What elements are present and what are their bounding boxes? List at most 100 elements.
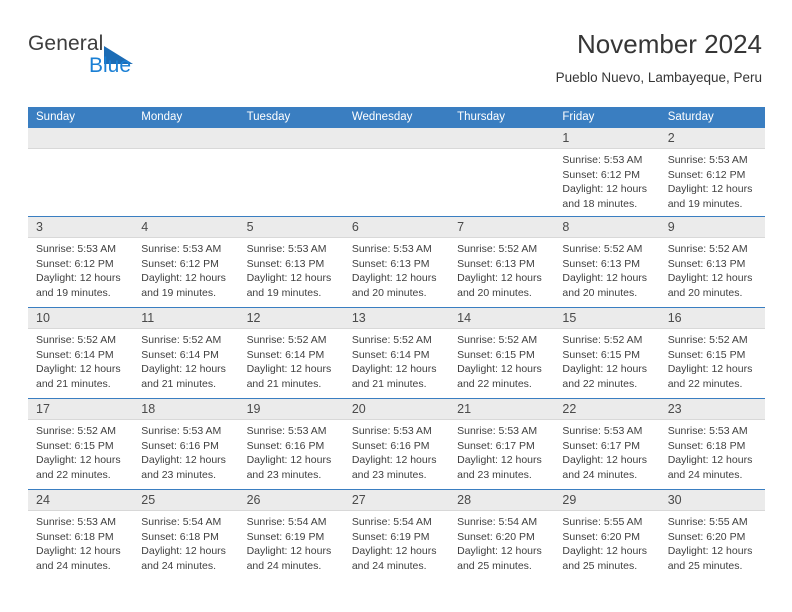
calendar-week-row: 3 Sunrise: 5:53 AM Sunset: 6:12 PM Daylight… — [28, 216, 765, 307]
daylight-duration-line2: and 21 minutes. — [36, 377, 111, 390]
sunrise-time: Sunrise: 5:53 AM — [141, 425, 222, 437]
day-number: 1 — [562, 131, 570, 145]
sunrise-time: Sunrise: 5:54 AM — [457, 516, 538, 528]
calendar-day-cell[interactable]: 1 Sunrise: 5:53 AM Sunset: 6:12 PM Daylight… — [554, 128, 660, 216]
daylight-duration-line2: and 21 minutes. — [351, 377, 427, 390]
calendar-day-cell[interactable]: 10 Sunrise: 5:52 AM Sunset: 6:14 PM Dayligh… — [28, 308, 134, 398]
daylight-duration-line1: Daylight: 12 hours — [36, 272, 121, 285]
day-details: Sunrise: 5:52 AM Sunset: 6:15 PM Daylight:… — [28, 420, 133, 482]
calendar-day-cell[interactable]: 12 Sunrise: 5:52 AM Sunset: 6:14 PM Dayligh… — [238, 308, 344, 398]
sunrise-time: Sunrise: 5:52 AM — [457, 243, 538, 255]
calendar-day-cell[interactable]: 22 Sunrise: 5:53 AM Sunset: 6:17 PM Dayligh… — [554, 399, 660, 489]
day-number: 19 — [246, 402, 261, 416]
calendar-day-cell-empty — [449, 128, 555, 216]
calendar-day-cell[interactable]: 30 Sunrise: 5:55 AM Sunset: 6:20 PM Dayligh… — [659, 490, 765, 580]
daylight-duration-line2: and 23 minutes. — [457, 468, 532, 481]
day-number: 28 — [457, 493, 472, 507]
calendar-day-cell[interactable]: 13 Sunrise: 5:52 AM Sunset: 6:14 PM Dayligh… — [343, 308, 450, 398]
calendar-day-cell[interactable]: 18 Sunrise: 5:53 AM Sunset: 6:16 PM Dayligh… — [133, 399, 239, 489]
sunset-time: Sunset: 6:14 PM — [141, 348, 219, 361]
calendar-day-cell[interactable]: 21 Sunrise: 5:53 AM Sunset: 6:17 PM Dayligh… — [449, 399, 555, 489]
day-details: Sunrise: 5:52 AM Sunset: 6:15 PM Daylight:… — [449, 329, 554, 391]
sunrise-time: Sunrise: 5:52 AM — [351, 334, 432, 346]
calendar-day-cell[interactable]: 19 Sunrise: 5:53 AM Sunset: 6:16 PM Dayligh… — [238, 399, 344, 489]
day-details: Sunrise: 5:54 AM Sunset: 6:19 PM Daylight:… — [344, 511, 449, 573]
day-details: Sunrise: 5:54 AM Sunset: 6:20 PM Daylight:… — [449, 511, 554, 573]
calendar-day-cell[interactable]: 17 Sunrise: 5:52 AM Sunset: 6:15 PM Dayligh… — [28, 399, 134, 489]
day-number: 24 — [36, 493, 50, 507]
sunset-time: Sunset: 6:13 PM — [351, 257, 430, 270]
daylight-duration-line2: and 22 minutes. — [457, 377, 532, 390]
sunset-time: Sunset: 6:16 PM — [351, 439, 430, 452]
sunset-time: Sunset: 6:20 PM — [667, 530, 746, 543]
sunrise-time: Sunrise: 5:53 AM — [36, 243, 116, 255]
calendar-day-cell[interactable]: 23 Sunrise: 5:53 AM Sunset: 6:18 PM Dayligh… — [659, 399, 765, 489]
sunrise-time: Sunrise: 5:53 AM — [351, 425, 432, 437]
sunset-time: Sunset: 6:15 PM — [36, 439, 114, 452]
daylight-duration-line1: Daylight: 12 hours — [667, 545, 753, 558]
day-details: Sunrise: 5:53 AM Sunset: 6:12 PM Daylight:… — [554, 149, 659, 211]
day-number: 30 — [667, 493, 682, 507]
day-number: 21 — [457, 402, 472, 416]
daylight-duration-line1: Daylight: 12 hours — [141, 272, 226, 285]
day-details: Sunrise: 5:52 AM Sunset: 6:14 PM Daylight:… — [133, 329, 238, 391]
day-details: Sunrise: 5:53 AM Sunset: 6:13 PM Daylight:… — [344, 238, 449, 300]
calendar-day-cell[interactable]: 6 Sunrise: 5:53 AM Sunset: 6:13 PM Daylight… — [343, 217, 450, 307]
sunrise-time: Sunrise: 5:54 AM — [351, 516, 432, 528]
calendar-day-cell[interactable]: 29 Sunrise: 5:55 AM Sunset: 6:20 PM Dayligh… — [554, 490, 660, 580]
calendar-day-cell[interactable]: 8 Sunrise: 5:52 AM Sunset: 6:13 PM Daylight… — [554, 217, 660, 307]
sunset-time: Sunset: 6:15 PM — [457, 348, 535, 361]
weekday-header-tuesday: Tuesday — [246, 111, 291, 123]
daylight-duration-line1: Daylight: 12 hours — [246, 363, 332, 376]
day-number-band: 8 — [554, 217, 660, 238]
calendar-day-cell[interactable]: 4 Sunrise: 5:53 AM Sunset: 6:12 PM Daylight… — [133, 217, 239, 307]
sunset-time: Sunset: 6:12 PM — [141, 257, 219, 270]
sunset-time: Sunset: 6:12 PM — [562, 168, 641, 181]
calendar-day-cell[interactable]: 3 Sunrise: 5:53 AM Sunset: 6:12 PM Daylight… — [28, 217, 134, 307]
calendar-day-cell[interactable]: 27 Sunrise: 5:54 AM Sunset: 6:19 PM Dayligh… — [343, 490, 450, 580]
calendar-day-cell[interactable]: 26 Sunrise: 5:54 AM Sunset: 6:19 PM Dayligh… — [238, 490, 344, 580]
calendar-day-cell[interactable]: 15 Sunrise: 5:52 AM Sunset: 6:15 PM Dayligh… — [554, 308, 660, 398]
day-details: Sunrise: 5:52 AM Sunset: 6:14 PM Daylight:… — [344, 329, 449, 391]
day-number-band: 4 — [133, 217, 239, 238]
general-blue-logo[interactable]: General Blue — [28, 32, 208, 88]
sunset-time: Sunset: 6:20 PM — [562, 530, 641, 543]
day-number-band: 21 — [449, 399, 555, 420]
daylight-duration-line2: and 20 minutes. — [457, 286, 532, 299]
sunrise-time: Sunrise: 5:53 AM — [246, 425, 327, 437]
sunset-time: Sunset: 6:19 PM — [246, 530, 325, 543]
daylight-duration-line1: Daylight: 12 hours — [667, 454, 753, 467]
calendar-day-cell[interactable]: 2 Sunrise: 5:53 AM Sunset: 6:12 PM Daylight… — [659, 128, 765, 216]
sunrise-time: Sunrise: 5:53 AM — [562, 154, 643, 166]
calendar-day-cell[interactable]: 7 Sunrise: 5:52 AM Sunset: 6:13 PM Daylight… — [449, 217, 555, 307]
daylight-duration-line2: and 22 minutes. — [562, 377, 638, 390]
calendar-day-cell[interactable]: 25 Sunrise: 5:54 AM Sunset: 6:18 PM Dayligh… — [133, 490, 239, 580]
calendar-day-cell[interactable]: 28 Sunrise: 5:54 AM Sunset: 6:20 PM Dayligh… — [449, 490, 555, 580]
day-number: 15 — [562, 311, 577, 325]
day-number-band: 5 — [238, 217, 344, 238]
calendar-day-cell[interactable]: 24 Sunrise: 5:53 AM Sunset: 6:18 PM Dayligh… — [28, 490, 134, 580]
day-details: Sunrise: 5:52 AM Sunset: 6:15 PM Daylight:… — [660, 329, 765, 391]
sunset-time: Sunset: 6:19 PM — [351, 530, 430, 543]
day-number-band: 15 — [554, 308, 660, 329]
day-number: 20 — [351, 402, 366, 416]
calendar-day-cell[interactable]: 20 Sunrise: 5:53 AM Sunset: 6:16 PM Dayligh… — [343, 399, 450, 489]
sunset-time: Sunset: 6:13 PM — [562, 257, 641, 270]
calendar-day-cell[interactable]: 5 Sunrise: 5:53 AM Sunset: 6:13 PM Daylight… — [238, 217, 344, 307]
sunset-time: Sunset: 6:12 PM — [667, 168, 746, 181]
calendar-day-cell[interactable]: 11 Sunrise: 5:52 AM Sunset: 6:14 PM Dayligh… — [133, 308, 239, 398]
day-number: 2 — [667, 131, 675, 145]
calendar-weeks: 1 Sunrise: 5:53 AM Sunset: 6:12 PM Daylight… — [28, 128, 765, 580]
daylight-duration-line1: Daylight: 12 hours — [562, 454, 648, 467]
daylight-duration-line1: Daylight: 12 hours — [246, 272, 332, 285]
daylight-duration-line1: Daylight: 12 hours — [141, 545, 226, 558]
calendar-day-cell[interactable]: 16 Sunrise: 5:52 AM Sunset: 6:15 PM Dayligh… — [659, 308, 765, 398]
calendar-day-cell[interactable]: 14 Sunrise: 5:52 AM Sunset: 6:15 PM Dayligh… — [449, 308, 555, 398]
calendar-day-cell[interactable]: 9 Sunrise: 5:52 AM Sunset: 6:13 PM Daylight… — [659, 217, 765, 307]
daylight-duration-line1: Daylight: 12 hours — [36, 363, 121, 376]
sunset-time: Sunset: 6:18 PM — [36, 530, 114, 543]
day-details: Sunrise: 5:53 AM Sunset: 6:12 PM Daylight:… — [660, 149, 765, 211]
daylight-duration-line1: Daylight: 12 hours — [141, 363, 226, 376]
daylight-duration-line1: Daylight: 12 hours — [562, 545, 648, 558]
day-details: Sunrise: 5:53 AM Sunset: 6:16 PM Daylight:… — [344, 420, 449, 482]
